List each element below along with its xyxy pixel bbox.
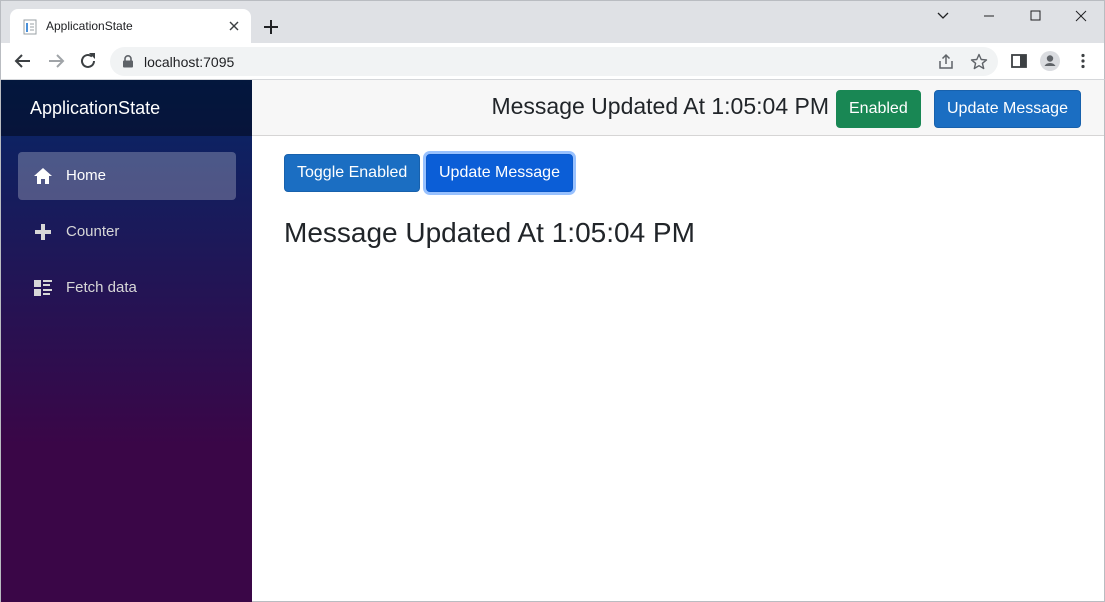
profile-avatar-icon[interactable] — [1039, 50, 1061, 72]
message-heading: Message Updated At 1:05:04 PM — [284, 217, 695, 248]
reload-icon[interactable] — [77, 50, 99, 72]
side-panel-icon[interactable] — [1008, 50, 1030, 72]
maximize-icon[interactable] — [1012, 1, 1058, 31]
app-viewport: ApplicationState Home Counter Fetch data… — [0, 80, 1105, 602]
nav-item-home[interactable]: Home — [18, 152, 236, 200]
list-rich-icon — [34, 280, 52, 296]
top-update-message-button[interactable]: Update Message — [934, 90, 1081, 128]
nav-item-label: Home — [66, 167, 107, 184]
close-tab-icon[interactable] — [224, 16, 244, 36]
home-icon — [34, 168, 52, 184]
address-bar[interactable]: localhost:7095 — [110, 47, 998, 76]
tab-search-chevron-icon[interactable] — [920, 1, 966, 31]
update-message-button[interactable]: Update Message — [426, 154, 573, 192]
nav-item-counter[interactable]: Counter — [18, 208, 236, 256]
top-message-text: Message Updated At 1:05:04 PM — [491, 93, 829, 119]
main-content: Toggle Enabled Update Message Message Up… — [252, 136, 1104, 602]
more-menu-icon[interactable] — [1072, 50, 1094, 72]
forward-icon[interactable] — [45, 50, 67, 72]
toggle-enabled-button[interactable]: Toggle Enabled — [284, 154, 421, 192]
browser-tab[interactable]: ApplicationState — [10, 9, 251, 44]
enabled-button[interactable]: Enabled — [836, 90, 921, 128]
nav-item-label: Counter — [66, 223, 120, 240]
close-window-icon[interactable] — [1058, 1, 1104, 31]
back-icon[interactable] — [12, 50, 34, 72]
minimize-icon[interactable] — [966, 1, 1012, 31]
sidebar: ApplicationState Home Counter Fetch data — [1, 80, 252, 602]
nav-item-fetch-data[interactable]: Fetch data — [18, 264, 236, 312]
browser-toolbar: localhost:7095 — [0, 43, 1105, 80]
brand-bar: ApplicationState — [1, 80, 252, 136]
nav-item-label: Fetch data — [66, 279, 137, 296]
share-icon[interactable] — [936, 52, 956, 72]
page-favicon-icon — [23, 19, 37, 35]
browser-tabstrip: ApplicationState — [0, 0, 1105, 44]
plus-icon — [35, 224, 51, 240]
bookmark-star-icon[interactable] — [969, 52, 989, 72]
url-text[interactable]: localhost:7095 — [144, 54, 234, 70]
top-row: Message Updated At 1:05:04 PM Enabled Up… — [252, 80, 1104, 136]
app-brand[interactable]: ApplicationState — [30, 98, 160, 119]
new-tab-icon[interactable] — [260, 16, 282, 38]
tab-title: ApplicationState — [46, 19, 133, 33]
lock-icon[interactable] — [122, 55, 134, 68]
